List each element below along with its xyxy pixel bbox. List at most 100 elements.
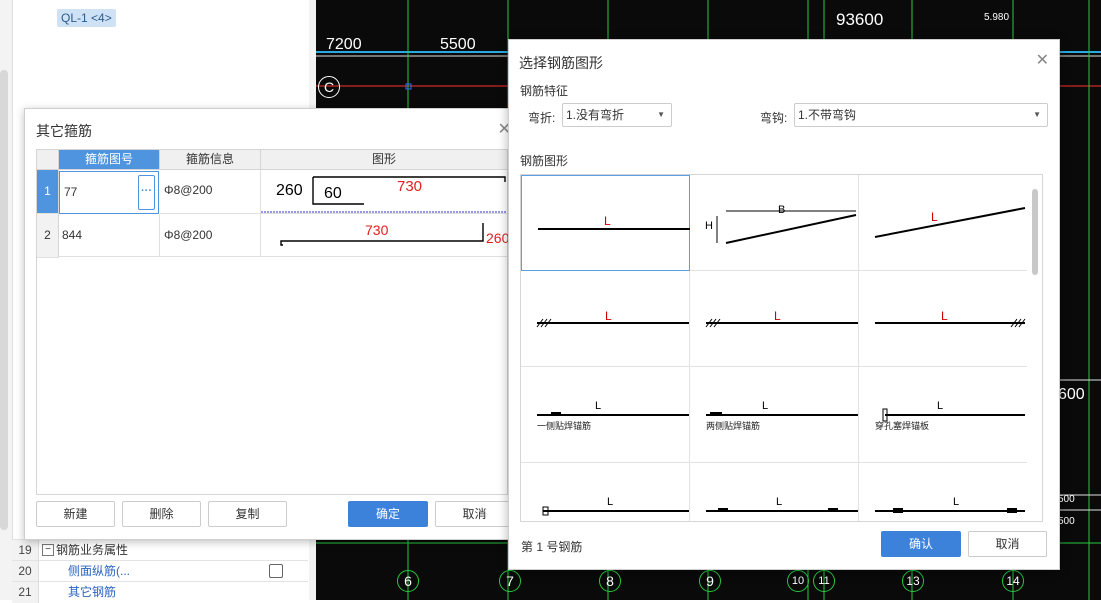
two-side-welded-anchor-icon <box>706 412 858 416</box>
bend-label: 弯折: <box>528 111 556 125</box>
length-label: L <box>937 400 944 412</box>
stirrup-info: Φ8@200 <box>164 228 213 242</box>
info-cell[interactable]: Φ8@200 <box>160 170 261 214</box>
shape-option[interactable]: L <box>521 175 690 271</box>
shape-option[interactable]: L 穿孔塞焊锚板 <box>859 367 1027 463</box>
anchor-bar-icon <box>706 508 858 512</box>
stirrup-table: 箍筋图号 箍筋信息 图形 1 77 ··· Φ8@200 260 60 730 … <box>36 149 510 495</box>
axis-marker: 13 <box>902 570 924 592</box>
shape-code-value: 77 <box>64 185 78 199</box>
axis-marker: 10 <box>787 570 809 592</box>
shape-option[interactable]: L <box>521 463 690 521</box>
column-header-code[interactable]: 箍筋图号 <box>59 150 160 170</box>
length-label: L <box>776 496 783 508</box>
anchor-bar-icon <box>542 506 689 516</box>
dim-c: 730 <box>365 222 389 238</box>
shape-option[interactable]: L 一侧贴焊锚筋 <box>521 367 690 463</box>
shape-cell[interactable]: 260 60 730 <box>261 170 507 214</box>
axis-marker: 7 <box>499 570 521 592</box>
row-number[interactable]: 1 <box>37 170 59 214</box>
shape-option[interactable]: L <box>859 271 1027 367</box>
status-text: 第 1 号钢筋 <box>521 540 583 554</box>
elevation-text: 5.980 <box>984 12 1010 23</box>
length-label: L <box>941 309 948 323</box>
column-header-shape[interactable]: 图形 <box>261 150 507 170</box>
ellipsis-button[interactable]: ··· <box>138 175 155 210</box>
row-number[interactable]: 2 <box>37 214 59 258</box>
shape-grid-scrollbar[interactable] <box>1032 189 1038 275</box>
anchor-bar-icon <box>875 508 1025 513</box>
dim-d: 260 <box>486 230 510 246</box>
shape-note: 一侧贴焊锚筋 <box>537 421 592 431</box>
copy-button[interactable]: 复制 <box>208 501 287 527</box>
new-button[interactable]: 新建 <box>36 501 115 527</box>
length-label: L <box>931 210 938 224</box>
hook-value: 1.不带弯钩 <box>798 108 857 122</box>
length-label: L <box>595 400 602 412</box>
collapse-icon[interactable]: − <box>42 544 54 556</box>
dialog-title: 其它箍筋 <box>36 123 92 139</box>
shape-option[interactable]: L <box>521 271 690 367</box>
hook-select[interactable]: 1.不带弯钩 ▼ <box>794 103 1048 127</box>
shape-option[interactable]: L 两侧贴焊锚筋 <box>690 367 859 463</box>
chevron-down-icon: ▼ <box>657 110 665 119</box>
dimension-text: 500 <box>1058 516 1075 527</box>
shape-note: 两侧贴焊锚筋 <box>706 421 761 431</box>
close-icon[interactable]: ✕ <box>1036 50 1049 70</box>
info-cell[interactable]: Φ8@200 <box>160 214 261 257</box>
shape-option[interactable]: L <box>690 271 859 367</box>
shape-option[interactable]: L <box>690 463 859 521</box>
delete-button[interactable]: 删除 <box>122 501 201 527</box>
column-header-info[interactable]: 箍筋信息 <box>160 150 261 170</box>
dimension-text: 600 <box>1058 386 1085 403</box>
dimension-text: 5500 <box>440 36 476 53</box>
dim-a: 260 <box>276 182 303 199</box>
dimension-label: H <box>705 220 713 232</box>
property-row[interactable]: 20 侧面纵筋(... <box>12 560 308 582</box>
dimension-text: 500 <box>1058 494 1075 505</box>
length-label: L <box>774 309 781 323</box>
section-label: 钢筋图形 <box>520 154 569 168</box>
stirrup-info: Φ8@200 <box>164 183 213 197</box>
dialog-title: 选择钢筋图形 <box>519 55 603 71</box>
length-label: L <box>607 496 614 508</box>
axis-marker: 9 <box>699 570 721 592</box>
bend-value: 1.没有弯折 <box>566 108 625 122</box>
element-tag[interactable]: QL-1 <4> <box>57 9 116 27</box>
dim-c: 730 <box>397 178 423 195</box>
axis-marker: 14 <box>1002 570 1024 592</box>
bend-select[interactable]: 1.没有弯折 ▼ <box>562 103 672 127</box>
cancel-button[interactable]: 取消 <box>435 501 514 527</box>
table-corner <box>37 150 59 170</box>
row-number: 19 <box>12 540 39 561</box>
shape-code-value: 844 <box>62 228 83 242</box>
one-side-welded-anchor-icon <box>537 412 689 416</box>
shape-option[interactable]: B H <box>690 175 859 271</box>
length-label: L <box>762 400 769 412</box>
confirm-button[interactable]: 确认 <box>881 531 961 557</box>
sloped-bar-dimensioned-icon <box>716 210 857 244</box>
property-row[interactable]: 19 − 钢筋业务属性 <box>12 539 308 561</box>
left-scrollbar[interactable] <box>0 70 8 530</box>
plug-welded-anchor-plate-icon <box>882 408 1025 422</box>
property-checkbox[interactable] <box>269 564 283 578</box>
shape-note: 穿孔塞焊锚板 <box>875 421 930 431</box>
shape-code-input[interactable]: 77 ··· <box>59 171 159 214</box>
shape-option[interactable]: L <box>859 463 1027 521</box>
axis-marker: 11 <box>813 570 835 592</box>
other-stirrup-dialog: 其它箍筋 ✕ 箍筋图号 箍筋信息 图形 1 77 ··· Φ8@200 260 … <box>24 108 528 540</box>
chevron-down-icon: ▼ <box>1033 110 1041 119</box>
ok-button[interactable]: 确定 <box>348 501 428 527</box>
length-label: L <box>605 309 612 323</box>
length-label: L <box>953 496 960 508</box>
cancel-button[interactable]: 取消 <box>968 531 1047 557</box>
shape-cell[interactable]: 730 260 <box>261 214 510 257</box>
axis-marker: C <box>318 76 340 98</box>
property-label: 侧面纵筋(... <box>68 564 130 578</box>
select-rebar-shape-dialog: 选择钢筋图形 ✕ 钢筋特征 弯折: 1.没有弯折 ▼ 弯钩: 1.不带弯钩 ▼ … <box>508 39 1060 570</box>
sloped-bar-icon <box>874 207 1026 238</box>
axis-marker: 8 <box>599 570 621 592</box>
code-cell[interactable]: 844 <box>59 214 160 257</box>
shape-option[interactable]: L <box>859 175 1027 271</box>
axis-marker: 6 <box>397 570 419 592</box>
